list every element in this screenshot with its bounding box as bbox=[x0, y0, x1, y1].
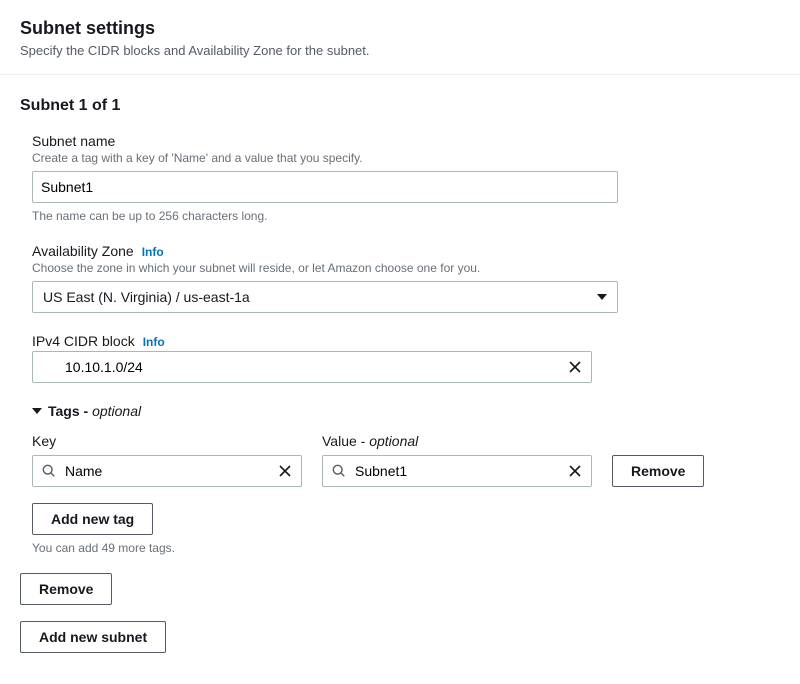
cidr-label: IPv4 CIDR block bbox=[32, 333, 135, 349]
az-field: Availability Zone Info Choose the zone i… bbox=[20, 243, 780, 313]
az-label: Availability Zone bbox=[32, 243, 134, 259]
az-info-link[interactable]: Info bbox=[142, 245, 164, 259]
search-icon bbox=[42, 464, 56, 478]
az-select[interactable]: US East (N. Virginia) / us-east-1a bbox=[32, 281, 618, 313]
tag-value-optional: optional bbox=[369, 433, 418, 449]
tag-row: Remove bbox=[20, 455, 780, 487]
subnet-name-note: The name can be up to 256 characters lon… bbox=[32, 209, 780, 223]
remove-tag-button[interactable]: Remove bbox=[612, 455, 704, 487]
az-help: Choose the zone in which your subnet wil… bbox=[32, 261, 780, 275]
page-title: Subnet settings bbox=[20, 18, 780, 39]
tag-value-input[interactable] bbox=[322, 455, 592, 487]
subnet-name-label: Subnet name bbox=[32, 133, 780, 149]
tags-optional: optional bbox=[92, 403, 141, 419]
clear-icon[interactable] bbox=[568, 360, 582, 374]
add-subnet-button[interactable]: Add new subnet bbox=[20, 621, 166, 653]
tag-value-label: Value - bbox=[322, 433, 369, 449]
tag-key-label: Key bbox=[32, 433, 302, 449]
tag-key-input[interactable] bbox=[32, 455, 302, 487]
clear-icon[interactable] bbox=[568, 464, 582, 478]
subnet-name-help: Create a tag with a key of 'Name' and a … bbox=[32, 151, 780, 165]
cidr-info-link[interactable]: Info bbox=[143, 335, 165, 349]
az-select-value: US East (N. Virginia) / us-east-1a bbox=[43, 289, 250, 305]
tag-limit-note: You can add 49 more tags. bbox=[32, 541, 780, 555]
subnet-section: Subnet 1 of 1 Subnet name Create a tag w… bbox=[0, 75, 800, 673]
page-subtitle: Specify the CIDR blocks and Availability… bbox=[20, 43, 780, 58]
chevron-down-icon bbox=[597, 294, 607, 300]
page-header: Subnet settings Specify the CIDR blocks … bbox=[0, 0, 800, 75]
cidr-field: IPv4 CIDR block Info bbox=[20, 333, 780, 383]
tag-column-labels: Key Value - optional bbox=[20, 433, 780, 449]
add-tag-button[interactable]: Add new tag bbox=[32, 503, 153, 535]
chevron-down-icon bbox=[32, 408, 42, 414]
tags-label: Tags - bbox=[48, 403, 92, 419]
search-icon bbox=[332, 464, 346, 478]
clear-icon[interactable] bbox=[278, 464, 292, 478]
cidr-input[interactable] bbox=[32, 351, 592, 383]
subnet-name-field: Subnet name Create a tag with a key of '… bbox=[20, 133, 780, 223]
remove-subnet-button[interactable]: Remove bbox=[20, 573, 112, 605]
tags-toggle[interactable]: Tags - optional bbox=[20, 403, 780, 419]
subnet-name-input[interactable] bbox=[32, 171, 618, 203]
subnet-counter: Subnet 1 of 1 bbox=[20, 97, 780, 115]
